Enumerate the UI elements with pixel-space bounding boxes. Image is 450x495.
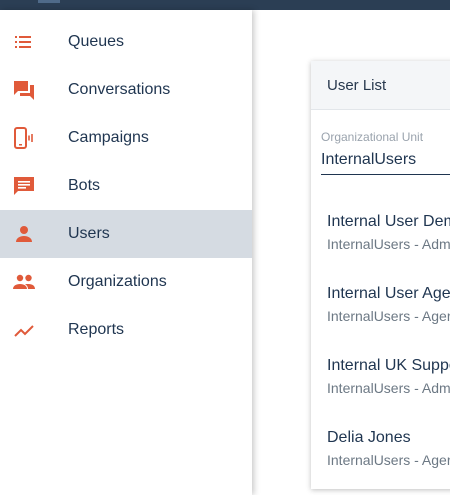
sidebar-item-bots[interactable]: Bots	[0, 162, 252, 210]
org-unit-label: Organizational Unit	[321, 130, 424, 144]
sidebar-item-label: Reports	[68, 321, 125, 338]
user-name: Internal User Dem	[327, 213, 450, 230]
user-subtitle: InternalUsers - Adm	[327, 236, 450, 252]
user-name: Internal User Age	[327, 285, 450, 302]
sidebar-item-reports[interactable]: Reports	[0, 306, 252, 354]
user-subtitle: InternalUsers - Ager	[327, 452, 450, 468]
list-item[interactable]: Internal User Age InternalUsers - Ager	[311, 285, 450, 345]
message-icon	[14, 177, 34, 195]
user-name: Delia Jones	[327, 429, 411, 446]
chat-bubbles-icon	[14, 81, 34, 100]
sidebar-item-label: Conversations	[68, 81, 171, 98]
sidebar-item-label: Organizations	[68, 273, 167, 290]
user-subtitle: InternalUsers - Ager	[327, 308, 450, 324]
list-icon	[15, 36, 31, 48]
panel-header: User List	[311, 61, 450, 110]
top-bar	[0, 0, 450, 10]
sidebar: Queues Conversations Campaigns Bots User…	[0, 10, 252, 495]
user-subtitle: InternalUsers - Adm	[327, 380, 450, 396]
sidebar-item-label: Bots	[68, 177, 101, 194]
people-icon	[13, 274, 35, 289]
logo-mark	[38, 0, 60, 3]
sidebar-item-label: Queues	[68, 33, 125, 50]
sidebar-item-users[interactable]: Users	[0, 210, 252, 258]
app-page: Queues Conversations Campaigns Bots User…	[0, 0, 450, 495]
list-item[interactable]: Internal User Dem InternalUsers - Adm	[311, 213, 450, 273]
list-item[interactable]: Internal UK Suppo InternalUsers - Adm	[311, 357, 450, 417]
phone-ringing-icon	[14, 127, 33, 149]
sidebar-item-conversations[interactable]: Conversations	[0, 66, 252, 114]
person-icon	[16, 226, 32, 242]
panel-title: User List	[327, 77, 387, 94]
sidebar-item-organizations[interactable]: Organizations	[0, 258, 252, 306]
org-unit-field[interactable]	[321, 150, 450, 175]
user-list-panel: User List Organizational Unit Internal U…	[311, 61, 450, 489]
sidebar-item-campaigns[interactable]: Campaigns	[0, 114, 252, 162]
sidebar-item-label: Users	[68, 225, 110, 242]
sidebar-item-queues[interactable]: Queues	[0, 18, 252, 66]
trending-up-icon	[14, 325, 34, 337]
list-item[interactable]: Delia Jones InternalUsers - Ager	[311, 429, 450, 489]
sidebar-item-label: Campaigns	[68, 129, 149, 146]
user-name: Internal UK Suppo	[327, 357, 450, 374]
